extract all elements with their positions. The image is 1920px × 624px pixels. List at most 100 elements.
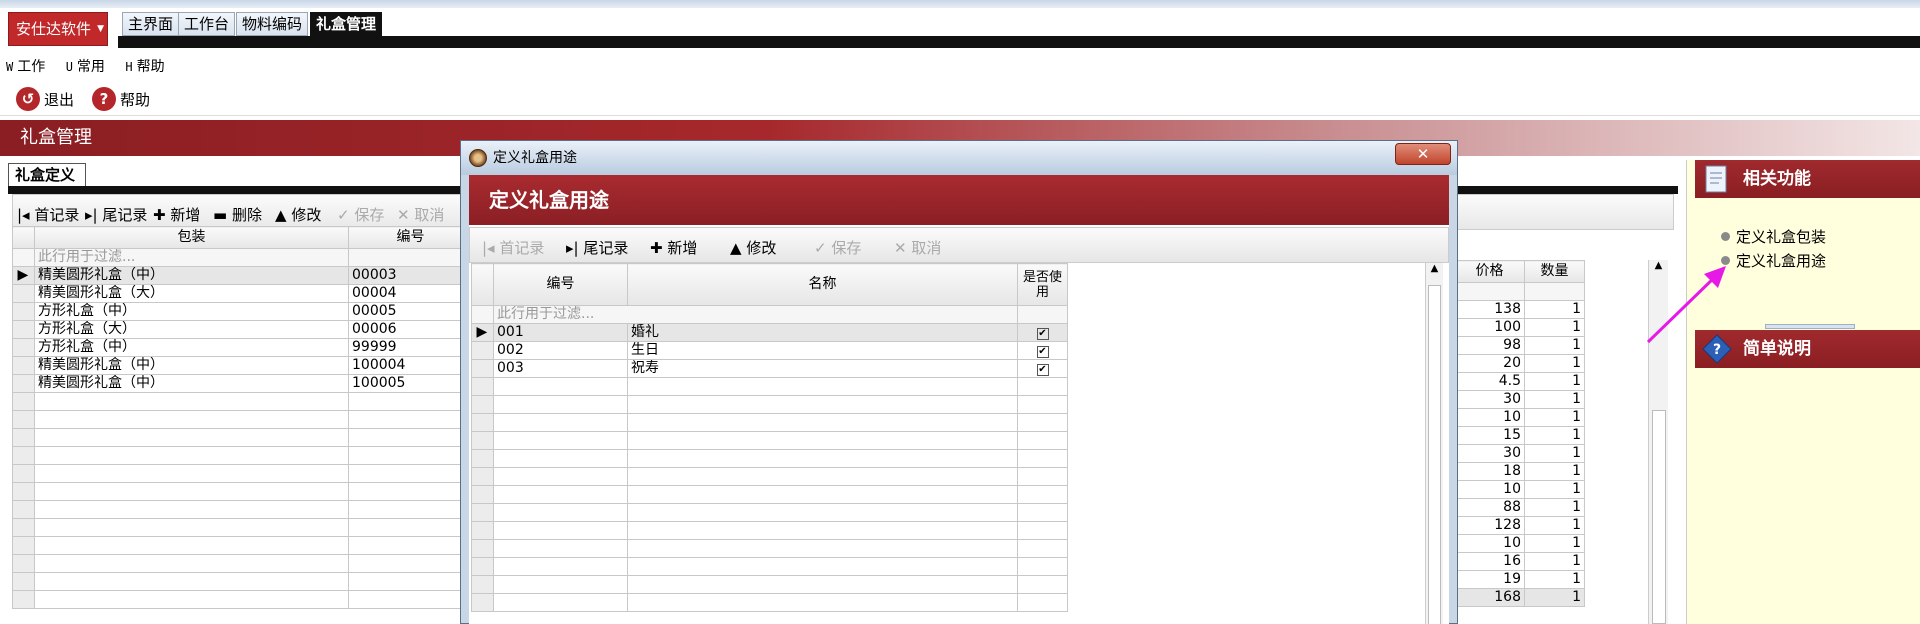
tab-giftbox-definition[interactable]: 礼盒定义 [8, 163, 87, 187]
table-row[interactable]: ▶ 精美圆形礼盒（中） 00003 [12, 266, 473, 285]
save-button[interactable]: ✓ 保存 [814, 237, 861, 258]
table-row[interactable]: 100 1 [1454, 318, 1585, 337]
table-row[interactable]: 88 1 [1454, 498, 1585, 517]
column-header-code[interactable]: 编号 [348, 226, 473, 249]
exit-label: 退出 [44, 90, 75, 109]
menu-work[interactable]: W 工作 [6, 59, 53, 75]
table-row[interactable]: 15 1 [1454, 426, 1585, 445]
brand-menu-button[interactable]: 安仕达软件 ▼ [8, 12, 108, 46]
table-row[interactable]: 20 1 [1454, 354, 1585, 373]
table-row[interactable]: 002 生日 ✔ [471, 341, 1068, 360]
column-header-in-use[interactable]: 是否使用 [1017, 263, 1068, 306]
scrollbar-thumb[interactable] [1652, 410, 1666, 624]
last-record-button[interactable]: ▸| 尾记录 [85, 204, 147, 225]
column-header-code[interactable]: 编号 [493, 263, 628, 306]
help-button[interactable]: ? 帮助 [92, 86, 150, 112]
exit-button[interactable]: ↺ 退出 [16, 86, 74, 112]
table-row[interactable]: 98 1 [1454, 336, 1585, 355]
table-row[interactable]: 19 1 [1454, 570, 1585, 589]
first-record-button[interactable]: |◂ 首记录 [482, 237, 544, 258]
table-row[interactable]: 方形礼盒（大） 00006 [12, 320, 473, 339]
table-row[interactable]: 128 1 [1454, 516, 1585, 535]
top-tab-bar: 主界面 工作台 物料编码 礼盒管理 [118, 12, 1920, 48]
in-use-checkbox[interactable]: ✔ [1036, 346, 1049, 358]
help-label: 帮助 [120, 90, 151, 109]
panel-splitter[interactable] [1765, 324, 1855, 329]
column-header-quantity[interactable]: 数量 [1524, 260, 1585, 283]
dialog-toolbar: |◂ 首记录 ▸| 尾记录 ✚ 新增 ▲ 修改 ✓ 保存 ✕ 取消 [469, 227, 1449, 263]
filter-cell[interactable]: 此行用于过滤... [34, 248, 349, 267]
annotation-arrow-icon [1646, 266, 1726, 344]
cancel-button[interactable]: ✕ 取消 [397, 204, 444, 225]
table-row[interactable]: 003 祝寿 ✔ [471, 359, 1068, 378]
row-header-corner [12, 226, 35, 249]
giftbox-grid: 包装 编号 此行用于过滤... ▶ 精美圆形礼盒（中） 00003 精美圆形礼盒（大… [12, 226, 473, 609]
tab-giftbox-management[interactable]: 礼盒管理 [310, 12, 383, 36]
cancel-button[interactable]: ✕ 取消 [894, 237, 941, 258]
related-functions-header: 相关功能 [1695, 160, 1920, 198]
table-row[interactable]: 精美圆形礼盒（中） 100005 [12, 374, 473, 393]
undo-arrow-icon: ↺ [16, 87, 40, 111]
table-row[interactable]: 4.5 1 [1454, 372, 1585, 391]
table-row[interactable]: ▶ 001 婚礼 ✔ [471, 323, 1068, 342]
last-record-button[interactable]: ▸| 尾记录 [566, 237, 628, 258]
scrollbar-thumb[interactable] [1428, 285, 1441, 624]
in-use-checkbox[interactable]: ✔ [1036, 328, 1049, 340]
tab-workbench[interactable]: 工作台 [178, 12, 236, 36]
chevron-down-icon: ▼ [97, 24, 104, 34]
tab-main[interactable]: 主界面 [122, 12, 180, 36]
table-row[interactable]: 方形礼盒（中） 00005 [12, 302, 473, 321]
close-button[interactable]: ✕ [1395, 143, 1451, 165]
menu-common[interactable]: U 常用 [66, 59, 113, 75]
table-row[interactable]: 10 1 [1454, 534, 1585, 553]
edit-button[interactable]: ▲ 修改 [730, 237, 776, 258]
link-define-package[interactable]: 定义礼盒包装 [1721, 226, 1826, 247]
column-header-package[interactable]: 包装 [34, 226, 349, 249]
bullet-icon [1721, 232, 1730, 241]
add-button[interactable]: ✚ 新增 [650, 237, 697, 258]
current-row-icon: ▶ [12, 266, 35, 285]
table-row[interactable]: 30 1 [1454, 390, 1585, 409]
table-row[interactable]: 30 1 [1454, 444, 1585, 463]
add-button[interactable]: ✚ 新增 [153, 204, 200, 225]
dialog-titlebar[interactable]: 定义礼盒用途 ✕ [461, 141, 1457, 175]
tab-bar-line [118, 36, 1920, 48]
app-icon [469, 149, 487, 167]
price-quantity-grid: 价格 数量 138 1 100 1 98 1 20 1 4.5 1 30 1 10 1 15 1… [1454, 260, 1585, 607]
table-row[interactable]: 10 1 [1454, 408, 1585, 427]
table-row[interactable]: 方形礼盒（中） 99999 [12, 338, 473, 357]
first-record-button[interactable]: |◂ 首记录 [17, 204, 79, 225]
current-row-icon: ▶ [471, 323, 494, 342]
save-button[interactable]: ✓ 保存 [337, 204, 384, 225]
dialog-scrollbar[interactable]: ▲ [1425, 263, 1443, 624]
tab-material-code[interactable]: 物料编码 [236, 12, 309, 36]
column-header-name[interactable]: 名称 [627, 263, 1018, 306]
row-header-corner [471, 263, 494, 306]
window-titlebar [0, 0, 1920, 8]
link-define-purpose[interactable]: 定义礼盒用途 [1721, 250, 1826, 271]
define-purpose-dialog: 定义礼盒用途 ✕ 定义礼盒用途 |◂ 首记录 ▸| 尾记录 ✚ 新增 ▲ 修改 … [460, 140, 1458, 624]
table-row[interactable]: 138 1 [1454, 300, 1585, 319]
scroll-up-icon[interactable]: ▲ [1426, 263, 1443, 274]
dialog-title: 定义礼盒用途 [493, 150, 577, 166]
menu-help[interactable]: H 帮助 [125, 59, 172, 75]
table-row[interactable]: 18 1 [1454, 462, 1585, 481]
table-row[interactable]: 精美圆形礼盒（中） 100004 [12, 356, 473, 375]
dialog-body: 定义礼盒用途 |◂ 首记录 ▸| 尾记录 ✚ 新增 ▲ 修改 ✓ 保存 ✕ 取消… [469, 175, 1449, 624]
dialog-header: 定义礼盒用途 [469, 175, 1449, 225]
side-panel: 相关功能 定义礼盒包装 定义礼盒用途 ? 简单说明 [1686, 160, 1920, 624]
table-row[interactable]: 168 1 [1454, 588, 1585, 607]
table-row[interactable]: 10 1 [1454, 480, 1585, 499]
document-icon [1705, 165, 1727, 193]
menu-bar: W 工作 U 常用 H 帮助 [0, 56, 1920, 78]
in-use-checkbox[interactable]: ✔ [1036, 364, 1049, 376]
table-row[interactable]: 16 1 [1454, 552, 1585, 571]
filter-cell[interactable] [348, 248, 473, 267]
column-header-price[interactable]: 价格 [1454, 260, 1525, 283]
edit-button[interactable]: ▲ 修改 [275, 204, 321, 225]
purpose-grid: 编号 名称 是否使用 此行用于过滤... ▶ 001 婚礼 ✔ 002 生日 ✔ [471, 263, 1068, 612]
delete-button[interactable]: ▬ 删除 [213, 204, 262, 225]
table-row[interactable]: 精美圆形礼盒（大） 00004 [12, 284, 473, 303]
filter-cell[interactable]: 此行用于过滤... [493, 305, 1018, 324]
brand-label: 安仕达软件 [16, 20, 92, 38]
